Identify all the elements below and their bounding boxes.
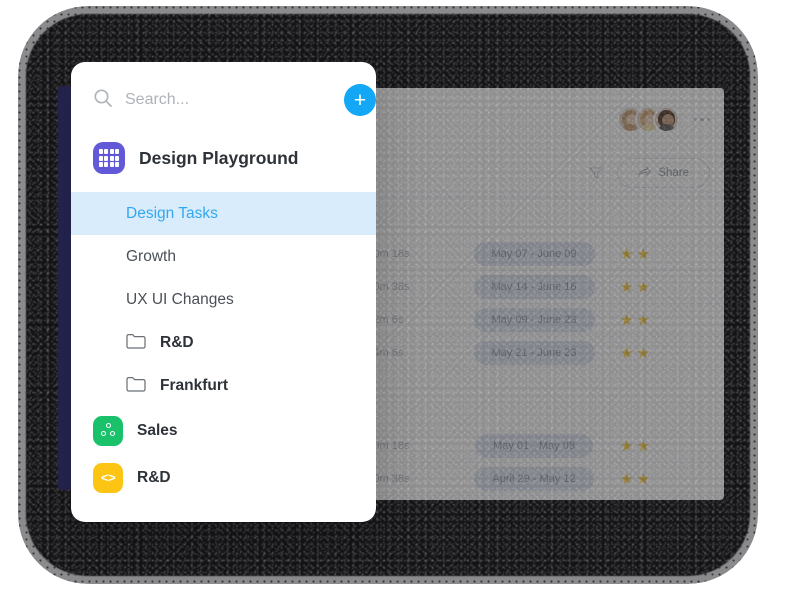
sidebar-item-design-tasks[interactable]: Design Tasks	[71, 192, 376, 235]
filter-icon[interactable]	[589, 167, 603, 179]
sales-dots-icon	[93, 415, 123, 446]
share-icon	[638, 165, 651, 180]
workspace-header[interactable]: Design Playground	[71, 116, 376, 174]
sidebar-item-label: Growth	[126, 247, 176, 265]
sidebar-item-label: Frankfurt	[160, 376, 229, 394]
sidebar-item-label: Sales	[137, 421, 178, 439]
row-dates: May 01 - May 08	[454, 434, 614, 458]
row-rating[interactable]: ★ ★	[614, 439, 724, 454]
share-button[interactable]: Share	[617, 158, 710, 188]
avatar-stack[interactable]	[616, 106, 680, 133]
sidebar-item-label: Design Tasks	[126, 204, 218, 222]
sidebar-item-frankfurt-folder[interactable]: Frankfurt	[71, 364, 376, 407]
app-topbar	[616, 106, 710, 133]
row-rating[interactable]: ★ ★	[614, 313, 724, 328]
app-actionbar: Share	[589, 158, 710, 188]
sidebar-item-growth[interactable]: Growth	[71, 235, 376, 278]
sidebar-item-rnd-folder[interactable]: R&D	[71, 321, 376, 364]
folder-icon	[126, 375, 146, 397]
sidebar-item-label: UX UI Changes	[126, 290, 234, 308]
sidebar-item-label: R&D	[160, 333, 194, 351]
row-rating[interactable]: ★ ★	[614, 346, 724, 361]
search-row: +	[71, 62, 376, 116]
workspace-title: Design Playground	[139, 147, 299, 168]
search-input[interactable]	[125, 91, 332, 109]
row-rating[interactable]: ★ ★	[614, 247, 724, 262]
more-options-icon[interactable]	[693, 117, 710, 122]
row-rating[interactable]: ★ ★	[614, 280, 724, 295]
row-dates: May 09 - June 23	[454, 308, 614, 332]
sidebar-item-label: R&D	[137, 468, 171, 486]
row-dates: May 07 - June 09	[454, 242, 614, 266]
workspace-panel: + Design Playground Design Tasks Growth …	[71, 62, 376, 522]
row-rating[interactable]: ★ ★	[614, 472, 724, 487]
avatar[interactable]	[652, 106, 680, 133]
nav-list: Design Tasks Growth UX UI Changes R&D Fr…	[71, 192, 376, 501]
row-dates: April 29 - May 12	[454, 467, 614, 491]
row-dates: May 21 - June 23	[454, 341, 614, 365]
row-dates: May 14 - June 16	[454, 275, 614, 299]
folder-icon	[126, 332, 146, 354]
sidebar-item-sales[interactable]: Sales	[71, 407, 376, 454]
add-button[interactable]: +	[344, 84, 376, 116]
search-icon	[93, 88, 113, 113]
sidebar-item-ux-ui-changes[interactable]: UX UI Changes	[71, 278, 376, 321]
code-brackets-icon: <>	[93, 462, 123, 493]
sidebar-item-rnd[interactable]: <> R&D	[71, 454, 376, 501]
share-label: Share	[658, 167, 689, 179]
grid-app-icon	[93, 142, 125, 174]
